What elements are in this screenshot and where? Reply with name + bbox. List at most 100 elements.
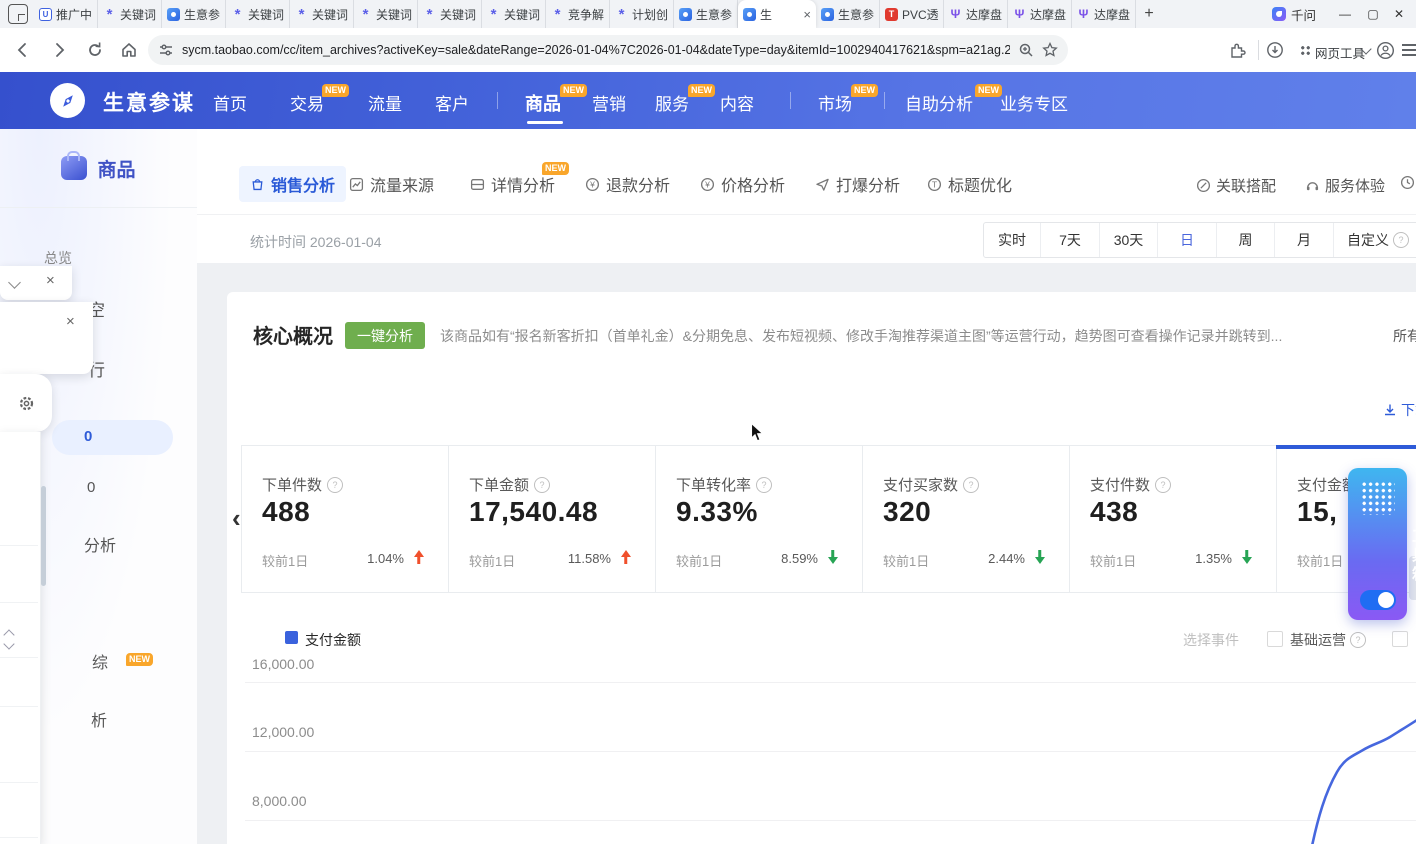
metric-cards-row: 下单件数? 488 较前1日 1.04% 下单金额? 17,540.48 较前1…: [241, 445, 1416, 593]
list-divider: [0, 602, 38, 603]
chevron-down-icon[interactable]: [8, 276, 21, 289]
y-axis-tick: 16,000.00: [252, 656, 314, 672]
nav-item-customer[interactable]: 客户: [435, 90, 469, 115]
browser-tab[interactable]: 生意参: [674, 0, 738, 28]
window-close-button[interactable]: ✕: [1386, 0, 1412, 28]
browser-tab[interactable]: 生意参: [816, 0, 880, 28]
menu-icon[interactable]: [1398, 39, 1416, 61]
browser-tab[interactable]: *竞争解: [546, 0, 610, 28]
close-icon[interactable]: ×: [66, 314, 75, 329]
close-icon[interactable]: ×: [803, 8, 811, 21]
browser-tab[interactable]: Ψ达摩盘: [1008, 0, 1072, 28]
nav-item-traffic[interactable]: 流量: [368, 90, 402, 115]
new-badge: NEW: [851, 84, 878, 97]
link-related-match[interactable]: 关联搭配: [1196, 175, 1276, 196]
nav-item-marketing[interactable]: 营销: [592, 90, 626, 115]
sidebar-scrollbar[interactable]: [41, 486, 46, 586]
nav-item-trade[interactable]: 交易: [290, 90, 324, 115]
browser-tab[interactable]: *关键词: [354, 0, 418, 28]
brand-title[interactable]: 生意参谋: [103, 87, 195, 117]
nav-item-service[interactable]: 服务: [655, 90, 689, 115]
browser-tab[interactable]: *关键词: [418, 0, 482, 28]
tab-price-analysis[interactable]: ¥ 价格分析: [700, 172, 785, 196]
nav-item-business-zone[interactable]: 业务专区: [1000, 90, 1068, 115]
sidebar-item-fragment[interactable]: 0: [87, 479, 95, 496]
sidebar-item-fragment[interactable]: 综: [92, 649, 108, 673]
browser-tab[interactable]: *关键词: [226, 0, 290, 28]
url-text[interactable]: sycm.taobao.com/cc/item_archives?activeK…: [182, 43, 1010, 57]
web-tools-label[interactable]: 网页工具: [1315, 43, 1365, 62]
browser-tab[interactable]: U推广中: [34, 0, 98, 28]
metric-card-paid-buyers[interactable]: 支付买家数? 320 较前1日 2.44%: [863, 446, 1070, 592]
range-30d[interactable]: 30天: [1099, 223, 1157, 257]
reload-button[interactable]: [84, 39, 106, 61]
gridline: [245, 682, 1416, 683]
nav-item-self-analysis[interactable]: 自助分析: [905, 90, 973, 115]
link-service-experience[interactable]: 服务体验: [1305, 175, 1385, 196]
sidebar-item-analysis[interactable]: 分析: [84, 532, 116, 556]
close-icon[interactable]: ×: [46, 273, 55, 288]
browser-tab[interactable]: *关键词: [482, 0, 546, 28]
browser-tab[interactable]: Ψ达摩盘: [944, 0, 1008, 28]
sidebar-item-overview[interactable]: 总览: [44, 248, 72, 268]
metric-card-order-items[interactable]: 下单件数? 488 较前1日 1.04%: [242, 446, 449, 592]
toolbox-widget[interactable]: 工具箱: [1348, 468, 1407, 620]
toolbox-toggle[interactable]: [1360, 590, 1396, 610]
new-tab-button[interactable]: +: [1136, 1, 1162, 27]
address-bar[interactable]: sycm.taobao.com/cc/item_archives?activeK…: [148, 35, 1068, 65]
browser-tab[interactable]: 生意参: [162, 0, 226, 28]
browser-tab[interactable]: TPVC透: [880, 0, 944, 28]
browser-tab[interactable]: *关键词: [98, 0, 162, 28]
zoom-icon[interactable]: [1018, 42, 1034, 58]
metric-card-order-amount[interactable]: 下单金额? 17,540.48 较前1日 11.58%: [449, 446, 656, 592]
nav-item-content[interactable]: 内容: [720, 90, 754, 115]
tune-icon[interactable]: [158, 42, 174, 58]
sycm-logo[interactable]: [50, 83, 85, 118]
window-minimize-button[interactable]: —: [1332, 0, 1358, 28]
qianwen-button[interactable]: 千问: [1264, 3, 1324, 25]
back-button[interactable]: [12, 39, 34, 61]
range-realtime[interactable]: 实时: [984, 223, 1040, 257]
range-day[interactable]: 日: [1157, 223, 1216, 257]
event-checkbox[interactable]: [1392, 631, 1408, 647]
bookmark-star-icon[interactable]: [1042, 42, 1058, 58]
range-7d[interactable]: 7天: [1040, 223, 1099, 257]
apps-grid-icon[interactable]: [1294, 39, 1316, 61]
download-link[interactable]: 下载: [1383, 400, 1416, 420]
tab-detail-analysis[interactable]: 详情分析 NEW: [470, 172, 555, 196]
browser-tab[interactable]: *关键词: [290, 0, 354, 28]
range-month[interactable]: 月: [1274, 223, 1333, 257]
forward-button[interactable]: [48, 39, 70, 61]
sidebar-item-active[interactable]: 0: [52, 420, 173, 455]
tab-search-icon[interactable]: [8, 4, 28, 24]
range-custom[interactable]: 自定义?: [1333, 223, 1416, 257]
clock-icon[interactable]: [1400, 175, 1415, 190]
avatar[interactable]: [1374, 39, 1396, 61]
stat-time-label: 统计时间 2026-01-04: [250, 232, 382, 252]
range-week[interactable]: 周: [1216, 223, 1274, 257]
tab-title-optimize[interactable]: T 标题优化: [927, 172, 1012, 196]
gear-icon[interactable]: [18, 395, 35, 412]
nav-item-home[interactable]: 首页: [213, 90, 247, 115]
collapse-expand-control[interactable]: [5, 628, 15, 650]
browser-tab[interactable]: *计划创: [610, 0, 674, 28]
sidebar-item-fragment[interactable]: 析: [91, 707, 107, 731]
event-checkbox[interactable]: [1267, 631, 1283, 647]
nav-item-product[interactable]: 商品: [525, 90, 561, 116]
tab-traffic-source[interactable]: 流量来源: [349, 172, 434, 196]
metric-card-paid-items[interactable]: 支付件数? 438 较前1日 1.35%: [1070, 446, 1277, 592]
collapse-cards-button[interactable]: ‹: [232, 505, 241, 531]
window-maximize-button[interactable]: ▢: [1360, 0, 1386, 28]
metric-card-order-conversion[interactable]: 下单转化率? 9.33% 较前1日 8.59%: [656, 446, 863, 592]
extension-icon[interactable]: [1226, 39, 1248, 61]
tab-refund-analysis[interactable]: ¥ 退款分析: [585, 172, 670, 196]
browser-tab-active[interactable]: 生×: [738, 0, 816, 28]
home-button[interactable]: [118, 39, 140, 61]
one-click-analyze-button[interactable]: 一键分析: [345, 322, 425, 349]
browser-tab[interactable]: Ψ达摩盘: [1072, 0, 1136, 28]
all-link[interactable]: 所有: [1393, 326, 1416, 346]
nav-item-market[interactable]: 市场: [818, 90, 852, 115]
tab-sales-analysis[interactable]: 销售分析: [239, 166, 346, 202]
download-icon[interactable]: [1264, 39, 1286, 61]
tab-explosive-analysis[interactable]: 打爆分析: [815, 172, 900, 196]
